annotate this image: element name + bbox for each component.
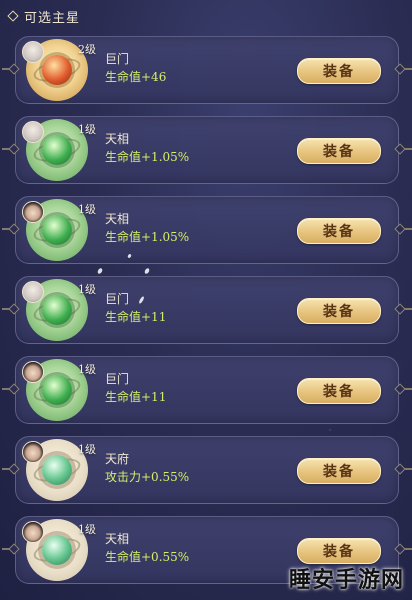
equip-button[interactable]: 装备 [297,458,381,484]
card-ornament-right [398,148,412,150]
star-stat: 生命值+11 [105,390,167,404]
star-card: 2级 巨门 生命值+46 装备 [2,36,412,104]
equip-button[interactable]: 装备 [297,218,381,244]
card-ornament-left [2,468,16,470]
star-card: 1级 巨门 生命值+11 装备 [2,356,412,424]
avatar [22,201,44,223]
star-name: 巨门 [105,372,130,386]
level-badge: 1级 [78,443,96,456]
card-ornament-left [2,308,16,310]
star-name: 巨门 [105,292,130,306]
card-ornament-right [398,308,412,310]
star-stat: 攻击力+0.55% [105,470,190,484]
section-title: 可选主星 [24,10,81,26]
card-ornament-left [2,548,16,550]
card-ornament-left [2,388,16,390]
star-stat: 生命值+1.05% [105,150,190,164]
equip-button[interactable]: 装备 [297,298,381,324]
sparkle-decoration [96,267,104,275]
star-name: 天府 [105,452,130,466]
equip-button[interactable]: 装备 [297,58,381,84]
level-badge: 1级 [78,203,96,216]
avatar [22,361,44,383]
level-badge: 2级 [78,43,96,56]
star-card: 1级 天相 生命值+1.05% 装备 [2,196,412,264]
sparkle-decoration [143,267,151,275]
star-stat: 生命值+1.05% [105,230,190,244]
star-stat: 生命值+46 [105,70,167,84]
level-badge: 1级 [78,123,96,136]
card-ornament-right [398,68,412,70]
avatar [22,281,44,303]
equip-button[interactable]: 装备 [297,138,381,164]
star-card: 1级 巨门 生命值+11 装备 [2,276,412,344]
star-name: 天相 [105,132,130,146]
star-name: 天相 [105,212,130,226]
star-stat: 生命值+0.55% [105,550,190,564]
diamond-icon [7,10,19,22]
card-ornament-right [398,388,412,390]
equip-button[interactable]: 装备 [297,378,381,404]
level-badge: 1级 [78,523,96,536]
avatar [22,521,44,543]
star-card: 1级 天相 生命值+1.05% 装备 [2,116,412,184]
section-header: 可选主星 [6,4,80,28]
card-ornament-left [2,228,16,230]
star-name: 天相 [105,532,130,546]
level-badge: 1级 [78,283,96,296]
equip-button[interactable]: 装备 [297,538,381,564]
avatar [22,121,44,143]
star-card: 1级 天府 攻击力+0.55% 装备 [2,436,412,504]
watermark-text: 睡安手游网 [288,568,404,593]
card-ornament-left [2,68,16,70]
level-badge: 1级 [78,363,96,376]
card-ornament-right [398,548,412,550]
card-ornament-right [398,228,412,230]
avatar [22,41,44,63]
avatar [22,441,44,463]
star-name: 巨门 [105,52,130,66]
card-ornament-left [2,148,16,150]
card-ornament-right [398,468,412,470]
star-stat: 生命值+11 [105,310,167,324]
